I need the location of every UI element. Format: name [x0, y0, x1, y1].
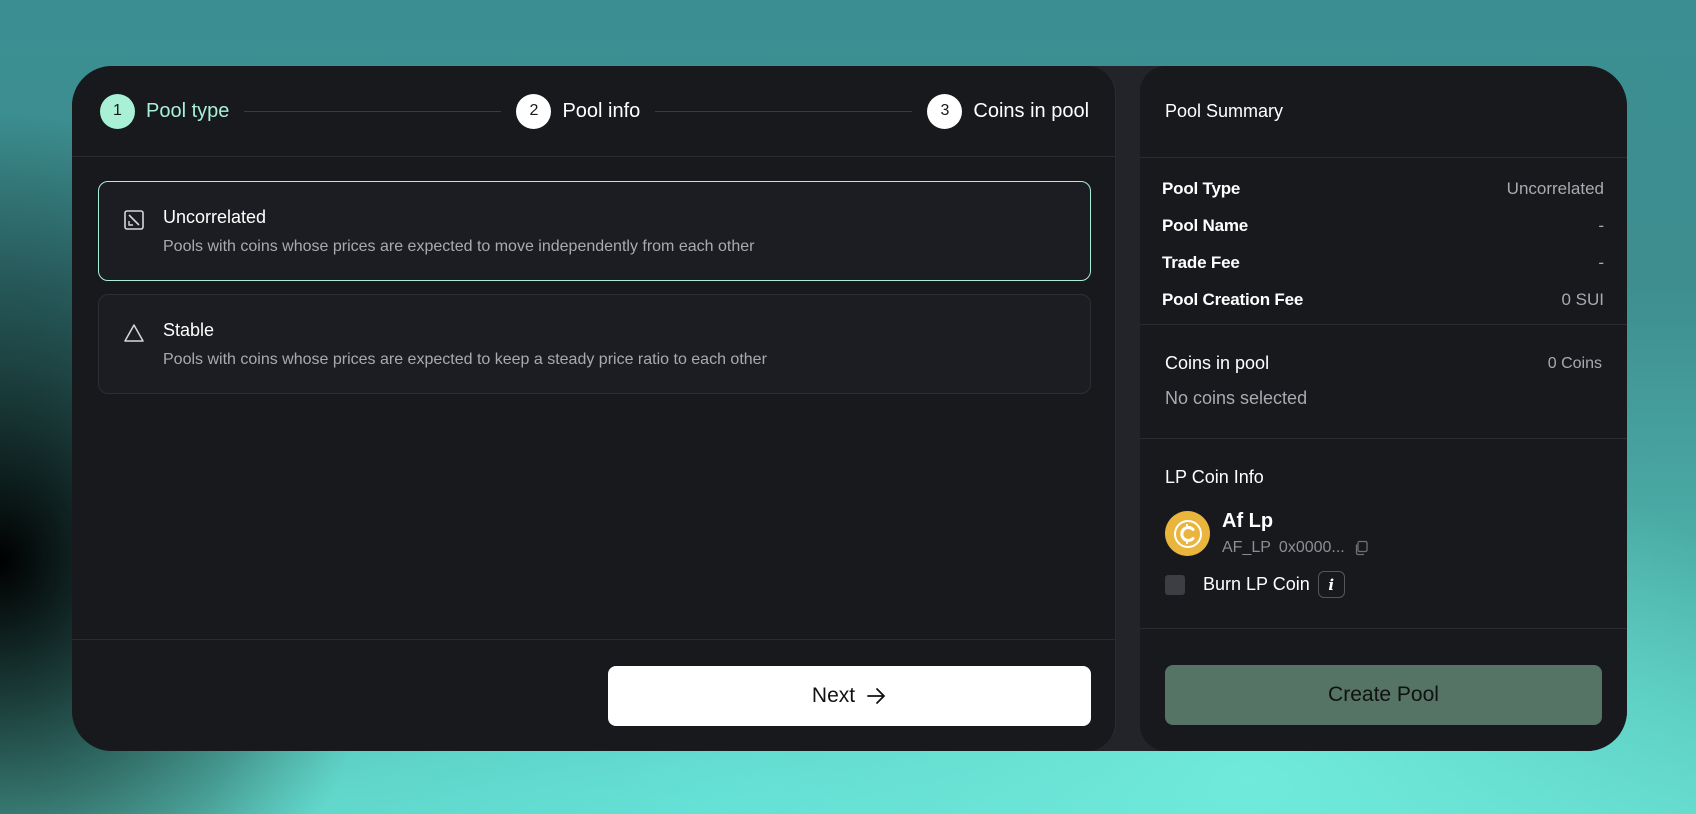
coins-count: 0 Coins: [1547, 354, 1602, 372]
lp-coin-info-section: LP Coin Info Af Lp AF_LP 0x0000... Burn …: [1140, 439, 1627, 629]
option-description: Pools with coins whose prices are expect…: [163, 351, 767, 368]
pool-type-option-stable[interactable]: Stable Pools with coins whose prices are…: [98, 294, 1091, 394]
option-title: Stable: [163, 320, 215, 340]
info-icon[interactable]: i: [1317, 571, 1345, 598]
summary-value: Uncorrelated: [1506, 178, 1604, 198]
coins-title: Coins in pool: [1165, 353, 1270, 373]
create-pool-button[interactable]: Create Pool: [1165, 665, 1602, 725]
summary-value: -: [1598, 215, 1604, 235]
summary-details: Pool Type Uncorrelated Pool Name - Trade…: [1140, 158, 1627, 325]
lp-coin-address: 0x0000...: [1278, 539, 1345, 556]
uncorrelated-square-icon: [124, 210, 144, 230]
summary-row-pool-type: Pool Type Uncorrelated: [1162, 178, 1604, 199]
step-label: Pool type: [146, 99, 230, 122]
step-pool-type[interactable]: 1 Pool type: [100, 93, 230, 129]
step-number: 1: [100, 93, 135, 129]
create-pool-dialog: 1 Pool type 2 Pool info 3 Coins in pool: [72, 66, 1627, 751]
pool-type-panel: 1 Pool type 2 Pool info 3 Coins in pool: [72, 66, 1116, 751]
summary-row-creation-fee: Pool Creation Fee 0 SUI: [1162, 289, 1604, 310]
summary-value: 0 SUI: [1561, 289, 1604, 309]
coins-empty-message: No coins selected: [1165, 388, 1308, 408]
arrow-right-icon: [867, 687, 885, 704]
step-label: Coins in pool: [973, 99, 1090, 122]
lp-coin-name: Af Lp: [1222, 510, 1274, 532]
summary-header: Pool Summary: [1140, 66, 1627, 158]
step-number: 3: [927, 93, 963, 129]
lp-title: LP Coin Info: [1165, 467, 1264, 487]
burn-lp-row: Burn LP Coin i: [1165, 571, 1602, 598]
burn-lp-checkbox[interactable]: [1165, 574, 1185, 595]
step-connector: [244, 110, 502, 112]
step-pool-info[interactable]: 2 Pool info: [516, 93, 641, 129]
summary-title: Pool Summary: [1165, 101, 1284, 121]
burn-lp-label: Burn LP Coin: [1203, 574, 1310, 594]
summary-row-pool-name: Pool Name -: [1162, 215, 1604, 236]
lp-coin: Af Lp AF_LP 0x0000...: [1165, 510, 1602, 557]
triangle-icon: [124, 324, 144, 342]
option-title: Uncorrelated: [163, 207, 267, 227]
next-button[interactable]: Next: [608, 665, 1091, 726]
lp-coin-logo-icon: [1165, 511, 1210, 556]
step-label: Pool info: [562, 99, 641, 122]
pool-summary-panel: Pool Summary Pool Type Uncorrelated Pool…: [1140, 66, 1627, 751]
summary-key: Pool Name: [1162, 215, 1249, 235]
summary-row-trade-fee: Trade Fee -: [1162, 252, 1604, 273]
coins-in-pool-section: Coins in pool 0 Coins No coins selected: [1140, 325, 1627, 439]
stepper: 1 Pool type 2 Pool info 3 Coins in pool: [72, 66, 1115, 157]
summary-value: -: [1598, 252, 1604, 272]
step-number: 2: [516, 93, 552, 129]
next-button-label: Next: [811, 683, 856, 707]
step-coins-in-pool[interactable]: 3 Coins in pool: [927, 93, 1090, 129]
pool-type-option-uncorrelated[interactable]: Uncorrelated Pools with coins whose pric…: [98, 181, 1091, 281]
option-description: Pools with coins whose prices are expect…: [163, 238, 755, 255]
summary-key: Pool Type: [1162, 178, 1241, 198]
panel-footer: Next: [72, 639, 1115, 751]
copy-icon[interactable]: [1353, 540, 1369, 556]
step-connector: [655, 110, 913, 112]
summary-key: Trade Fee: [1162, 252, 1240, 272]
pool-type-options: Uncorrelated Pools with coins whose pric…: [72, 157, 1115, 394]
summary-key: Pool Creation Fee: [1162, 289, 1304, 309]
lp-coin-symbol: AF_LP: [1222, 539, 1271, 556]
